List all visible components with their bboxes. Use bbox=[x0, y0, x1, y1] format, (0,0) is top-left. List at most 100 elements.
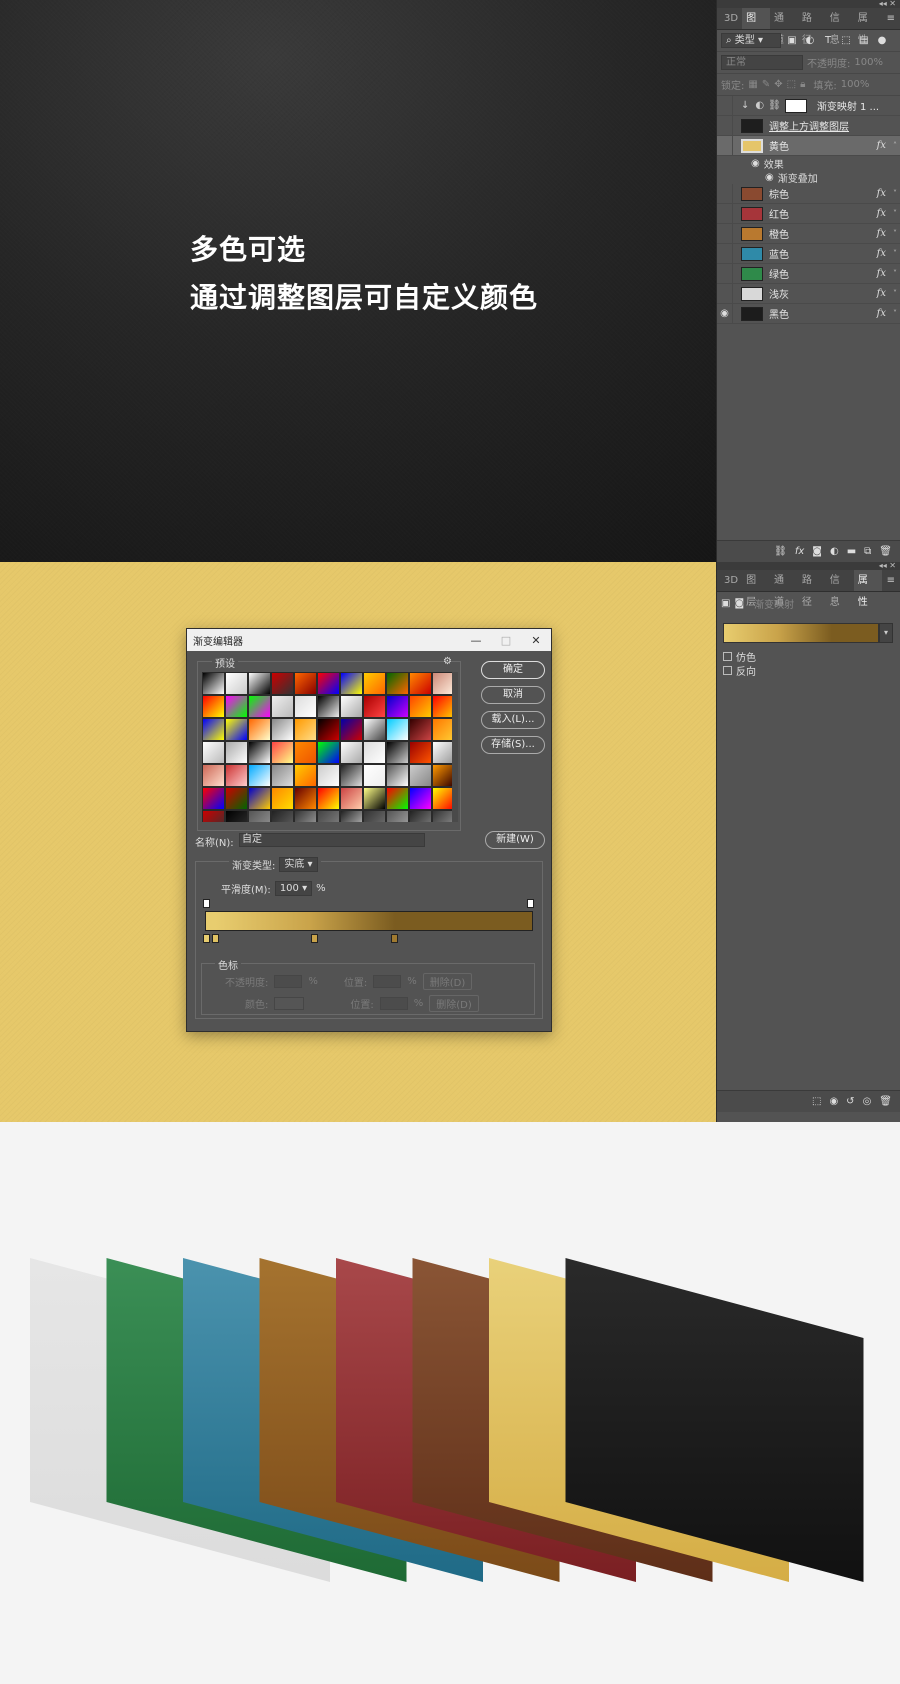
stop-opacity-position-input[interactable] bbox=[373, 975, 402, 988]
minimize-icon[interactable]: — bbox=[461, 634, 491, 647]
preset-swatch[interactable] bbox=[409, 672, 432, 695]
fx-icon[interactable]: fx bbox=[877, 208, 886, 219]
visibility-toggle[interactable] bbox=[717, 135, 733, 156]
new-button[interactable]: 新建(W) bbox=[485, 831, 545, 849]
preset-swatch[interactable] bbox=[432, 695, 454, 718]
chevron-down-icon[interactable]: ˅ bbox=[893, 229, 897, 238]
preset-swatch[interactable] bbox=[248, 718, 271, 741]
maximize-icon[interactable]: □ bbox=[491, 634, 521, 647]
fx-icon[interactable]: fx bbox=[877, 288, 886, 299]
preset-swatch[interactable] bbox=[294, 672, 317, 695]
chevron-down-icon[interactable]: ˅ bbox=[893, 209, 897, 218]
fx-icon[interactable]: fx bbox=[877, 268, 886, 279]
preset-swatch[interactable] bbox=[409, 718, 432, 741]
gear-icon[interactable]: ⚙ bbox=[443, 656, 452, 667]
type-filter-icon[interactable]: T bbox=[821, 35, 835, 46]
preset-swatch[interactable] bbox=[248, 810, 271, 822]
preset-swatch[interactable] bbox=[317, 764, 340, 787]
preset-swatch[interactable] bbox=[340, 718, 363, 741]
reset-icon[interactable]: ↺ bbox=[846, 1096, 854, 1107]
panel-menu-icon[interactable]: ≡ bbox=[882, 570, 900, 591]
visibility-toggle[interactable] bbox=[717, 115, 733, 136]
preset-swatch[interactable] bbox=[225, 787, 248, 810]
visibility-toggle[interactable] bbox=[717, 223, 733, 244]
preset-swatch[interactable] bbox=[386, 764, 409, 787]
checkbox-icon[interactable] bbox=[723, 666, 732, 675]
fx-icon[interactable]: fx bbox=[877, 188, 886, 199]
layer-row[interactable]: 浅灰 fx ˅ bbox=[717, 283, 900, 304]
tab-paths[interactable]: 路径 bbox=[798, 8, 826, 46]
preset-swatch[interactable] bbox=[363, 718, 386, 741]
tab-properties[interactable]: 属性 bbox=[854, 8, 882, 46]
layer-row[interactable]: 棕色 fx ˅ bbox=[717, 183, 900, 204]
preset-swatch[interactable] bbox=[248, 787, 271, 810]
chevron-up-icon[interactable]: ˄ bbox=[893, 141, 897, 150]
tab-channels[interactable]: 通道 bbox=[770, 570, 798, 608]
preset-swatch[interactable] bbox=[340, 764, 363, 787]
checkbox-icon[interactable] bbox=[723, 652, 732, 661]
layer-row[interactable]: ◉ 黑色 fx ˅ bbox=[717, 303, 900, 324]
chevron-down-icon[interactable]: ˅ bbox=[893, 189, 897, 198]
preset-swatch[interactable] bbox=[409, 695, 432, 718]
layer-yellow[interactable]: 黄色 fx ˄ bbox=[717, 135, 900, 156]
save-button[interactable]: 存储(S)... bbox=[481, 736, 545, 754]
tab-layers[interactable]: 图层 bbox=[742, 8, 770, 46]
visibility-icon[interactable]: ◎ bbox=[863, 1096, 872, 1107]
stop-color-swatch[interactable] bbox=[274, 997, 305, 1010]
tab-info[interactable]: 信息 bbox=[826, 8, 854, 46]
tab-paths[interactable]: 路径 bbox=[798, 570, 826, 608]
tab-channels[interactable]: 通道 bbox=[770, 8, 798, 46]
tab-3d[interactable]: 3D bbox=[720, 8, 742, 29]
preset-swatch[interactable] bbox=[386, 672, 409, 695]
preset-swatch[interactable] bbox=[225, 741, 248, 764]
preset-swatch[interactable] bbox=[271, 718, 294, 741]
preset-swatch[interactable] bbox=[294, 764, 317, 787]
tab-3d[interactable]: 3D bbox=[720, 570, 742, 591]
preset-swatch[interactable] bbox=[225, 695, 248, 718]
visibility-toggle[interactable] bbox=[717, 243, 733, 264]
trash-icon[interactable]: 🗑︎ bbox=[879, 1096, 892, 1107]
name-input[interactable]: 自定 bbox=[239, 833, 425, 847]
color-stop-4[interactable] bbox=[391, 934, 398, 943]
chevron-down-icon[interactable]: ˅ bbox=[893, 289, 897, 298]
visibility-toggle[interactable]: ◉ bbox=[717, 303, 733, 324]
preset-swatch[interactable] bbox=[409, 810, 432, 822]
preset-swatch[interactable] bbox=[432, 718, 454, 741]
color-stop-2[interactable] bbox=[212, 934, 219, 943]
preset-swatch[interactable] bbox=[340, 741, 363, 764]
preset-swatch[interactable] bbox=[386, 810, 409, 822]
eye-icon[interactable]: ◉ bbox=[751, 158, 760, 169]
chevron-down-icon[interactable]: ˅ bbox=[893, 309, 897, 318]
preset-swatch[interactable] bbox=[317, 672, 340, 695]
preset-swatch[interactable] bbox=[294, 787, 317, 810]
close-icon[interactable]: ✕ bbox=[521, 634, 551, 647]
preset-swatch[interactable] bbox=[386, 787, 409, 810]
fx-icon[interactable]: fx bbox=[877, 308, 886, 319]
preset-swatch[interactable] bbox=[317, 787, 340, 810]
tab-info[interactable]: 信息 bbox=[826, 570, 854, 608]
shape-filter-icon[interactable]: ⬚ bbox=[839, 35, 853, 46]
fx-icon[interactable]: fx bbox=[877, 248, 886, 259]
lock-all-icon[interactable]: 🔒︎ bbox=[800, 79, 805, 90]
tab-properties[interactable]: 属性 bbox=[853, 570, 882, 608]
preset-swatch[interactable] bbox=[386, 695, 409, 718]
cancel-button[interactable]: 取消 bbox=[481, 686, 545, 704]
preset-swatch[interactable] bbox=[386, 718, 409, 741]
preset-swatch[interactable] bbox=[317, 741, 340, 764]
gradient-type-select[interactable]: 实底 ▾ bbox=[279, 857, 318, 872]
preset-swatch[interactable] bbox=[202, 672, 225, 695]
new-group-icon[interactable]: ▬ bbox=[847, 546, 856, 557]
color-stop-3[interactable] bbox=[311, 934, 318, 943]
opacity-stop-right[interactable] bbox=[527, 899, 534, 908]
preset-swatch[interactable] bbox=[271, 764, 294, 787]
layer-row[interactable]: 蓝色 fx ˅ bbox=[717, 243, 900, 264]
effects-row[interactable]: ◉ 效果 bbox=[717, 156, 900, 171]
preset-swatch[interactable] bbox=[202, 695, 225, 718]
preset-swatch[interactable] bbox=[432, 672, 454, 695]
preset-swatch[interactable] bbox=[363, 672, 386, 695]
clip-to-layer-icon[interactable]: ⬚ bbox=[812, 1096, 821, 1107]
eye-icon[interactable]: ◉ bbox=[765, 172, 774, 183]
tab-layers[interactable]: 图层 bbox=[742, 570, 770, 608]
preset-swatch[interactable] bbox=[363, 787, 386, 810]
preset-swatch[interactable] bbox=[363, 695, 386, 718]
